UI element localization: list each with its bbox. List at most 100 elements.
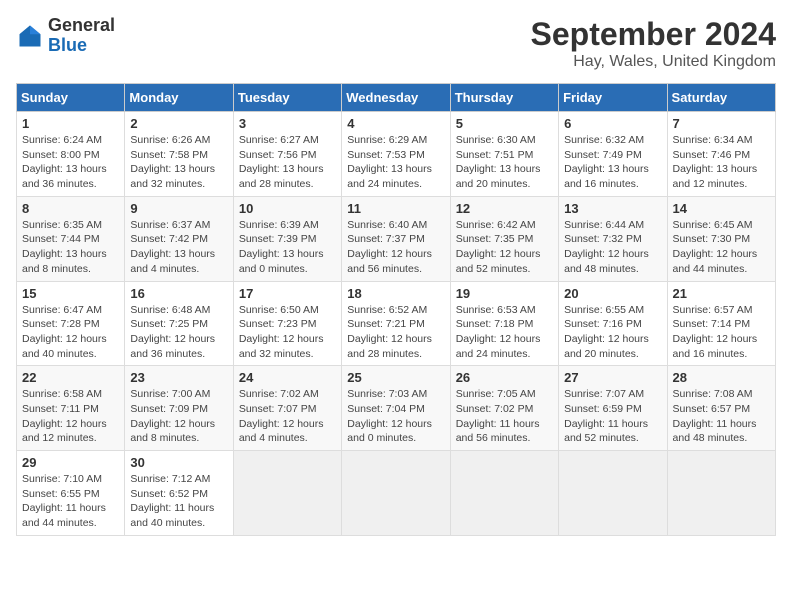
calendar-cell: 17 Sunrise: 6:50 AM Sunset: 7:23 PM Dayli… (233, 281, 341, 366)
calendar-cell: 5 Sunrise: 6:30 AM Sunset: 7:51 PM Daylig… (450, 112, 558, 197)
calendar-cell: 15Sunrise: 6:47 AM Sunset: 7:28 PM Dayli… (17, 281, 125, 366)
day-detail: Sunrise: 6:30 AM Sunset: 7:51 PM Dayligh… (456, 133, 553, 192)
day-number: 2 (130, 116, 227, 131)
calendar-week-2: 8 Sunrise: 6:35 AM Sunset: 7:44 PM Daylig… (17, 196, 776, 281)
calendar-cell (233, 451, 341, 536)
day-number: 17 (239, 286, 336, 301)
calendar-cell: 3Sunrise: 6:27 AM Sunset: 7:56 PM Daylig… (233, 112, 341, 197)
day-number: 16 (130, 286, 227, 301)
day-detail: Sunrise: 7:12 AM Sunset: 6:52 PM Dayligh… (130, 472, 227, 531)
title-block: September 2024 Hay, Wales, United Kingdo… (531, 16, 776, 71)
day-number: 14 (673, 201, 770, 216)
day-number: 4 (347, 116, 444, 131)
calendar-cell: 12 Sunrise: 6:42 AM Sunset: 7:35 PM Dayli… (450, 196, 558, 281)
day-number: 18 (347, 286, 444, 301)
calendar-cell: 13 Sunrise: 6:44 AM Sunset: 7:32 PM Dayli… (559, 196, 667, 281)
calendar-cell: 26Sunrise: 7:05 AM Sunset: 7:02 PM Dayli… (450, 366, 558, 451)
day-number: 30 (130, 455, 227, 470)
calendar-cell: 27 Sunrise: 7:07 AM Sunset: 6:59 PM Dayli… (559, 366, 667, 451)
column-header-tuesday: Tuesday (233, 84, 341, 112)
day-detail: Sunrise: 6:40 AM Sunset: 7:37 PM Dayligh… (347, 218, 444, 277)
day-number: 28 (673, 370, 770, 385)
day-number: 22 (22, 370, 119, 385)
calendar-week-1: 1Sunrise: 6:24 AM Sunset: 8:00 PM Daylig… (17, 112, 776, 197)
calendar-cell: 30 Sunrise: 7:12 AM Sunset: 6:52 PM Dayli… (125, 451, 233, 536)
day-detail: Sunrise: 6:57 AM Sunset: 7:14 PM Dayligh… (673, 303, 770, 362)
calendar-cell: 4 Sunrise: 6:29 AM Sunset: 7:53 PM Daylig… (342, 112, 450, 197)
calendar-week-4: 22 Sunrise: 6:58 AM Sunset: 7:11 PM Dayli… (17, 366, 776, 451)
day-detail: Sunrise: 6:35 AM Sunset: 7:44 PM Dayligh… (22, 218, 119, 277)
day-detail: Sunrise: 6:55 AM Sunset: 7:16 PM Dayligh… (564, 303, 661, 362)
day-detail: Sunrise: 6:52 AM Sunset: 7:21 PM Dayligh… (347, 303, 444, 362)
day-detail: Sunrise: 6:24 AM Sunset: 8:00 PM Dayligh… (22, 133, 119, 192)
calendar-week-5: 29 Sunrise: 7:10 AM Sunset: 6:55 PM Dayli… (17, 451, 776, 536)
column-header-wednesday: Wednesday (342, 84, 450, 112)
day-number: 8 (22, 201, 119, 216)
day-detail: Sunrise: 6:50 AM Sunset: 7:23 PM Dayligh… (239, 303, 336, 362)
day-number: 25 (347, 370, 444, 385)
calendar-cell: 28Sunrise: 7:08 AM Sunset: 6:57 PM Dayli… (667, 366, 775, 451)
calendar-week-3: 15Sunrise: 6:47 AM Sunset: 7:28 PM Dayli… (17, 281, 776, 366)
day-number: 10 (239, 201, 336, 216)
day-number: 21 (673, 286, 770, 301)
day-number: 23 (130, 370, 227, 385)
day-number: 7 (673, 116, 770, 131)
calendar-cell: 22 Sunrise: 6:58 AM Sunset: 7:11 PM Dayli… (17, 366, 125, 451)
calendar-cell: 16 Sunrise: 6:48 AM Sunset: 7:25 PM Dayli… (125, 281, 233, 366)
calendar-cell: 29 Sunrise: 7:10 AM Sunset: 6:55 PM Dayli… (17, 451, 125, 536)
day-number: 24 (239, 370, 336, 385)
day-detail: Sunrise: 7:02 AM Sunset: 7:07 PM Dayligh… (239, 387, 336, 446)
logo-text: General Blue (48, 16, 115, 56)
day-number: 3 (239, 116, 336, 131)
calendar-cell (450, 451, 558, 536)
day-detail: Sunrise: 7:05 AM Sunset: 7:02 PM Dayligh… (456, 387, 553, 446)
calendar-cell: 7 Sunrise: 6:34 AM Sunset: 7:46 PM Daylig… (667, 112, 775, 197)
day-detail: Sunrise: 6:32 AM Sunset: 7:49 PM Dayligh… (564, 133, 661, 192)
calendar-cell: 2 Sunrise: 6:26 AM Sunset: 7:58 PM Daylig… (125, 112, 233, 197)
day-detail: Sunrise: 6:47 AM Sunset: 7:28 PM Dayligh… (22, 303, 119, 362)
calendar-cell: 23 Sunrise: 7:00 AM Sunset: 7:09 PM Dayli… (125, 366, 233, 451)
column-header-friday: Friday (559, 84, 667, 112)
day-detail: Sunrise: 7:07 AM Sunset: 6:59 PM Dayligh… (564, 387, 661, 446)
page-header: General Blue September 2024 Hay, Wales, … (16, 16, 776, 71)
day-detail: Sunrise: 6:58 AM Sunset: 7:11 PM Dayligh… (22, 387, 119, 446)
calendar-cell: 19Sunrise: 6:53 AM Sunset: 7:18 PM Dayli… (450, 281, 558, 366)
logo-icon (16, 22, 44, 50)
calendar-cell: 18 Sunrise: 6:52 AM Sunset: 7:21 PM Dayli… (342, 281, 450, 366)
calendar-cell: 21 Sunrise: 6:57 AM Sunset: 7:14 PM Dayli… (667, 281, 775, 366)
calendar-header-row: SundayMondayTuesdayWednesdayThursdayFrid… (17, 84, 776, 112)
calendar-cell (667, 451, 775, 536)
day-detail: Sunrise: 6:48 AM Sunset: 7:25 PM Dayligh… (130, 303, 227, 362)
calendar-table: SundayMondayTuesdayWednesdayThursdayFrid… (16, 83, 776, 536)
column-header-saturday: Saturday (667, 84, 775, 112)
calendar-cell: 6 Sunrise: 6:32 AM Sunset: 7:49 PM Daylig… (559, 112, 667, 197)
day-number: 12 (456, 201, 553, 216)
day-number: 11 (347, 201, 444, 216)
calendar-cell: 20Sunrise: 6:55 AM Sunset: 7:16 PM Dayli… (559, 281, 667, 366)
day-number: 9 (130, 201, 227, 216)
calendar-cell: 25Sunrise: 7:03 AM Sunset: 7:04 PM Dayli… (342, 366, 450, 451)
day-number: 27 (564, 370, 661, 385)
day-detail: Sunrise: 7:10 AM Sunset: 6:55 PM Dayligh… (22, 472, 119, 531)
column-header-monday: Monday (125, 84, 233, 112)
day-number: 19 (456, 286, 553, 301)
day-number: 5 (456, 116, 553, 131)
day-detail: Sunrise: 6:34 AM Sunset: 7:46 PM Dayligh… (673, 133, 770, 192)
column-header-sunday: Sunday (17, 84, 125, 112)
calendar-cell: 9Sunrise: 6:37 AM Sunset: 7:42 PM Daylig… (125, 196, 233, 281)
day-number: 29 (22, 455, 119, 470)
logo: General Blue (16, 16, 115, 56)
day-number: 13 (564, 201, 661, 216)
day-detail: Sunrise: 6:26 AM Sunset: 7:58 PM Dayligh… (130, 133, 227, 192)
day-detail: Sunrise: 6:44 AM Sunset: 7:32 PM Dayligh… (564, 218, 661, 277)
day-detail: Sunrise: 6:29 AM Sunset: 7:53 PM Dayligh… (347, 133, 444, 192)
column-header-thursday: Thursday (450, 84, 558, 112)
calendar-cell: 14Sunrise: 6:45 AM Sunset: 7:30 PM Dayli… (667, 196, 775, 281)
calendar-cell (559, 451, 667, 536)
day-detail: Sunrise: 6:42 AM Sunset: 7:35 PM Dayligh… (456, 218, 553, 277)
day-detail: Sunrise: 7:00 AM Sunset: 7:09 PM Dayligh… (130, 387, 227, 446)
location-subtitle: Hay, Wales, United Kingdom (531, 53, 776, 71)
day-detail: Sunrise: 6:39 AM Sunset: 7:39 PM Dayligh… (239, 218, 336, 277)
calendar-cell: 10 Sunrise: 6:39 AM Sunset: 7:39 PM Dayli… (233, 196, 341, 281)
day-number: 6 (564, 116, 661, 131)
